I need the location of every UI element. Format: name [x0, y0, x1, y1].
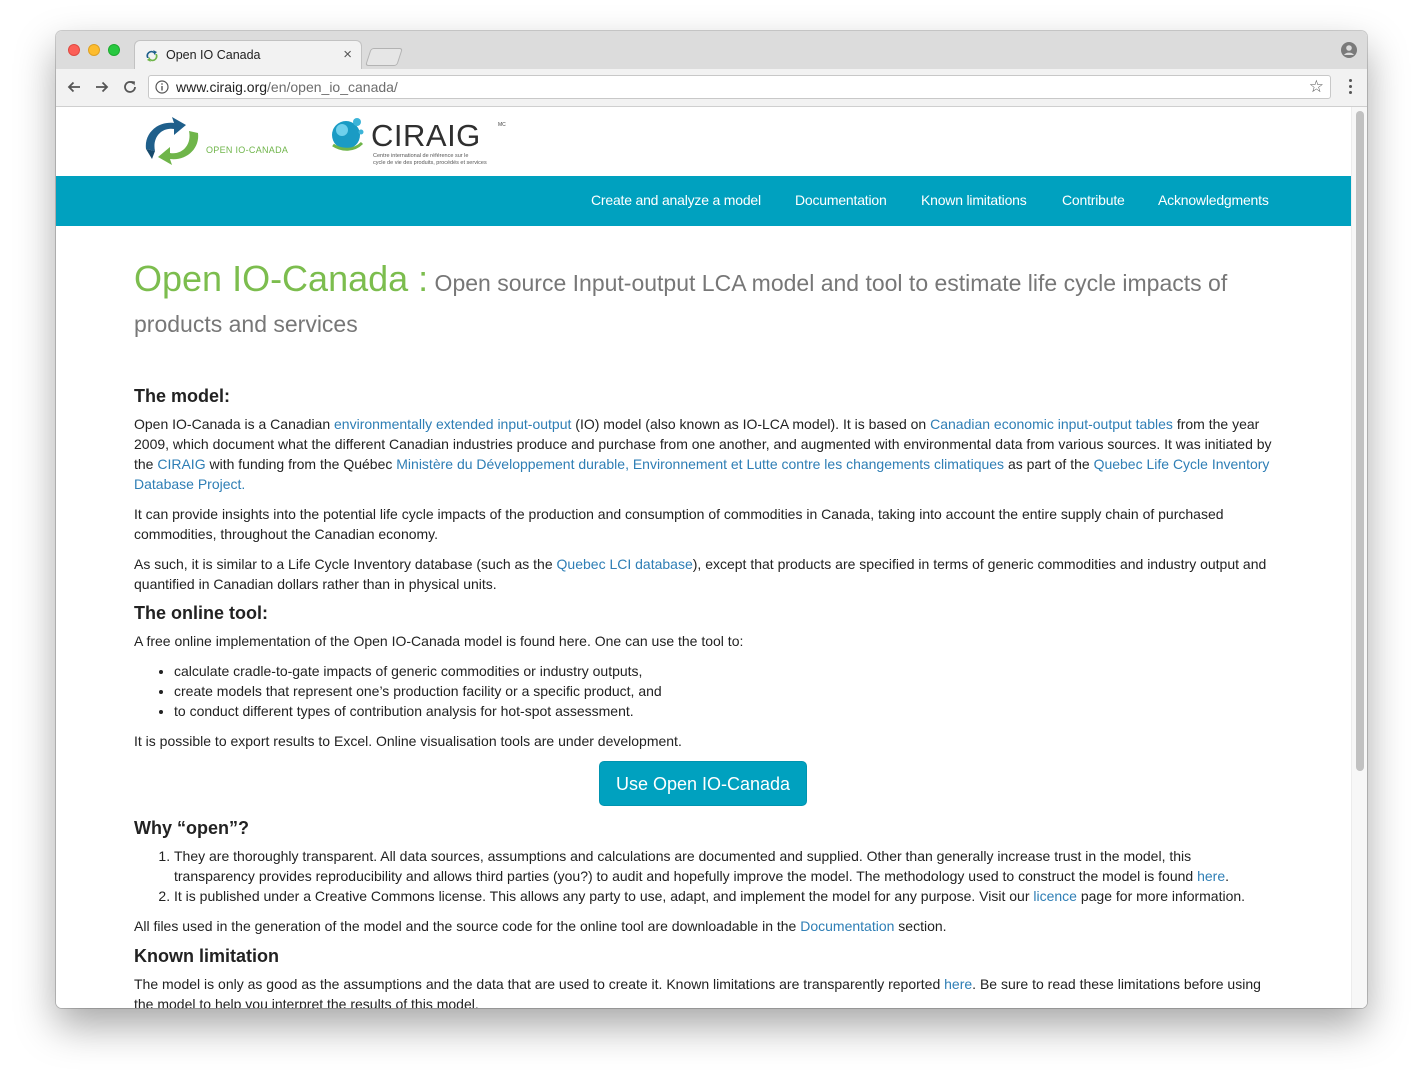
link-quebec-lci-database[interactable]: Quebec LCI database — [557, 556, 693, 572]
link-io-tables[interactable]: Canadian economic input-output tables — [930, 416, 1173, 432]
files-text: All files used in the generation of the … — [134, 918, 801, 934]
model-p1-text: as part of the — [1004, 456, 1094, 472]
browser-tab[interactable]: Open IO Canada × — [134, 40, 362, 70]
info-icon[interactable] — [155, 80, 169, 94]
link-licence[interactable]: licence — [1033, 888, 1077, 904]
heading-known-limitation: Known limitation — [134, 946, 279, 966]
list-item: to conduct different types of contributi… — [174, 701, 1272, 721]
link-limitations-here[interactable]: here — [944, 976, 972, 992]
nav-acknowledgments[interactable]: Acknowledgments — [1158, 192, 1269, 208]
close-icon[interactable]: × — [343, 46, 352, 63]
limitation-text: The model is only as good as the assumpt… — [134, 976, 945, 992]
page-title-main: Open IO-Canada : — [134, 258, 429, 299]
open-io-logo-icon — [145, 117, 199, 165]
model-p1-text: (IO) model (also known as IO-LCA model).… — [571, 416, 931, 432]
page-title: Open IO-Canada : Open source Input-outpu… — [134, 259, 1272, 344]
cta-wrapper: Use Open IO-Canada — [134, 761, 1272, 807]
list-item: They are thoroughly transparent. All dat… — [174, 846, 1272, 886]
model-paragraph-2: It can provide insights into the potenti… — [134, 506, 1224, 542]
tab-title: Open IO Canada — [166, 48, 261, 62]
link-methodology-here[interactable]: here — [1197, 868, 1225, 884]
main-content: Open IO-Canada : Open source Input-outpu… — [134, 259, 1272, 1009]
list-item: create models that represent one’s produ… — [174, 681, 1272, 701]
open-io-logo-label: OPEN IO-CANADA — [206, 145, 289, 155]
ciraig-logo-tagline: Centre international de référence sur le… — [373, 153, 487, 166]
scrollbar-thumb[interactable] — [1356, 111, 1364, 771]
url-path: /en/open_io_canada/ — [267, 79, 398, 95]
browser-window: Open IO Canada × www.ciraig.org/en/open_… — [56, 31, 1367, 1008]
browser-toolbar: www.ciraig.org/en/open_io_canada/ ☆ — [56, 69, 1367, 107]
star-icon[interactable]: ☆ — [1309, 77, 1324, 97]
model-paragraph-1: Open IO-Canada is a Canadian environment… — [134, 414, 1272, 494]
profile-icon[interactable] — [1341, 42, 1357, 58]
main-navbar: Create and analyze a model Documentation… — [56, 176, 1352, 226]
page-viewport: OPEN IO-CANADA CIRAIG MC Centre internat… — [56, 107, 1367, 1008]
link-ministere[interactable]: Ministère du Développement durable, Envi… — [396, 456, 1004, 472]
nav-known-limitations[interactable]: Known limitations — [921, 192, 1027, 208]
nav-contribute[interactable]: Contribute — [1062, 192, 1125, 208]
ciraig-logo-name: CIRAIG — [371, 118, 481, 153]
why-open-text: They are thoroughly transparent. All dat… — [174, 848, 1198, 884]
tool-export-text: It is possible to export results to Exce… — [134, 733, 682, 749]
minimize-window-button[interactable] — [88, 44, 100, 56]
heading-why-open: Why “open”? — [134, 818, 249, 838]
model-p3-text: As such, it is similar to a Life Cycle I… — [134, 556, 557, 572]
ciraig-logo[interactable]: CIRAIG MC Centre international de référe… — [328, 115, 518, 171]
forward-arrow-icon[interactable] — [93, 78, 111, 96]
nav-create-model[interactable]: Create and analyze a model — [591, 192, 761, 208]
url-domain: www.ciraig.org — [176, 79, 268, 95]
link-eeio[interactable]: environmentally extended input-output — [334, 416, 571, 432]
tab-strip: Open IO Canada × — [56, 31, 1367, 70]
close-window-button[interactable] — [68, 44, 80, 56]
reload-icon[interactable] — [121, 78, 139, 96]
list-item: calculate cradle-to-gate impacts of gene… — [174, 661, 1272, 681]
new-tab-button[interactable] — [365, 48, 403, 66]
model-paragraph-3: As such, it is similar to a Life Cycle I… — [134, 554, 1272, 594]
files-paragraph: All files used in the generation of the … — [134, 916, 1272, 936]
why-open-text: . — [1225, 868, 1230, 884]
tool-bullet-list: calculate cradle-to-gate impacts of gene… — [134, 661, 1272, 721]
tool-intro: A free online implementation of the Open… — [134, 633, 744, 649]
files-text: section. — [894, 918, 947, 934]
address-bar[interactable]: www.ciraig.org/en/open_io_canada/ ☆ — [148, 75, 1331, 99]
ciraig-logo-mc: MC — [498, 122, 506, 128]
vertical-scrollbar[interactable] — [1351, 107, 1367, 1008]
favicon-icon — [146, 50, 158, 62]
menu-dots-icon[interactable] — [1349, 79, 1353, 95]
list-item: It is published under a Creative Commons… — [174, 886, 1272, 906]
why-open-text: page for more information. — [1076, 888, 1246, 904]
limitation-paragraph: The model is only as good as the assumpt… — [134, 974, 1272, 1008]
ciraig-globe-icon — [332, 118, 364, 151]
model-p1-text: with funding from the Québec — [205, 456, 397, 472]
link-ciraig[interactable]: CIRAIG — [157, 456, 205, 472]
zoom-window-button[interactable] — [108, 44, 120, 56]
back-arrow-icon[interactable] — [65, 78, 83, 96]
link-documentation[interactable]: Documentation — [800, 918, 894, 934]
why-open-list: They are thoroughly transparent. All dat… — [134, 846, 1272, 906]
use-open-io-canada-button[interactable]: Use Open IO-Canada — [599, 761, 807, 806]
nav-documentation[interactable]: Documentation — [795, 192, 887, 208]
heading-model: The model: — [134, 386, 231, 406]
heading-online-tool: The online tool: — [134, 603, 268, 623]
open-io-canada-logo[interactable]: OPEN IO-CANADA — [142, 115, 312, 167]
why-open-text: It is published under a Creative Commons… — [174, 888, 1034, 904]
url-text: www.ciraig.org/en/open_io_canada/ — [176, 79, 398, 95]
model-p1-text: Open IO-Canada is a Canadian — [134, 416, 335, 432]
